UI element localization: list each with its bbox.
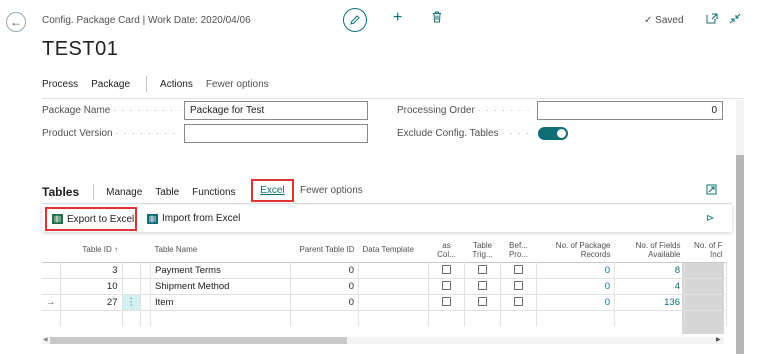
processing-order-field[interactable]: 0 [537, 101, 723, 120]
processing-order-label: Processing Order · · · · · · · · · · [397, 105, 533, 116]
data-template-cell[interactable] [358, 261, 429, 278]
action-separator [146, 76, 148, 92]
tables-fewer-options[interactable]: Fewer options [300, 185, 363, 196]
saved-status: ✓ Saved [644, 15, 684, 26]
checkbox[interactable] [442, 297, 451, 307]
check-icon: ✓ [644, 15, 653, 26]
tables-action-bar: Tables Manage Table Functions [42, 184, 249, 200]
arrow-left-icon: ← [10, 15, 22, 29]
checkbox[interactable] [478, 265, 487, 275]
vertical-scrollbar-thumb[interactable] [736, 155, 744, 354]
product-version-field[interactable] [184, 124, 368, 143]
action-process[interactable]: Process [42, 79, 78, 90]
excel-import-icon [147, 213, 158, 224]
checkbox[interactable] [514, 265, 523, 275]
action-package[interactable]: Package [91, 79, 130, 90]
excel-ribbon [42, 205, 732, 232]
row-indicator-arrow-icon: → [42, 293, 61, 310]
import-from-excel-button[interactable]: Import from Excel [147, 213, 240, 224]
scroll-left-icon[interactable]: ◀ [43, 336, 48, 343]
kebab-icon: ⋮ [126, 296, 137, 308]
tab-table[interactable]: Table [155, 187, 179, 198]
tables-part-title: Tables [42, 185, 80, 199]
col-as-col[interactable]: as Col... [429, 238, 465, 262]
exclude-config-tables-toggle[interactable] [538, 127, 568, 140]
col-no-fields-available[interactable]: No. of Fields Available [615, 238, 685, 262]
expand-part-button[interactable] [706, 184, 717, 198]
action-bar-divider [42, 98, 744, 99]
parent-table-id-cell[interactable]: 0 [290, 261, 359, 278]
col-before-pro[interactable]: Bef... Pro... [501, 238, 537, 262]
tables-grid: Table ID ↑ Table Name Parent Table ID Da… [42, 238, 727, 326]
action-bar: Process Package Actions Fewer options [42, 76, 282, 92]
tables-separator [93, 184, 95, 200]
table-row-new[interactable] [42, 309, 727, 326]
data-template-cell[interactable] [358, 293, 429, 310]
checkbox[interactable] [478, 281, 487, 291]
back-button[interactable]: ← [6, 12, 26, 32]
product-version-label: Product Version · · · · · · · · · · [42, 128, 180, 139]
package-records-cell[interactable]: 0 [536, 293, 615, 310]
tab-manage[interactable]: Manage [106, 187, 142, 198]
open-new-window-button[interactable] [706, 13, 718, 27]
parent-table-id-cell[interactable]: 0 [290, 277, 359, 294]
row-menu-button[interactable]: ⋮ [122, 293, 141, 310]
collapse-button[interactable] [729, 13, 741, 27]
tab-excel[interactable]: Excel [251, 179, 294, 202]
new-button[interactable]: + [393, 10, 402, 26]
table-name-cell[interactable]: Payment Terms [150, 261, 291, 278]
col-parent-table-id[interactable]: Parent Table ID [291, 238, 359, 262]
page-title: TEST01 [42, 38, 119, 60]
trash-icon [433, 11, 441, 23]
table-row[interactable]: 3 Payment Terms 0 0 8 [42, 261, 727, 278]
delete-button[interactable] [432, 11, 442, 26]
breadcrumb: Config. Package Card | Work Date: 2020/0… [42, 15, 251, 26]
scroll-right-icon[interactable]: ▶ [716, 336, 721, 343]
parent-table-id-cell[interactable]: 0 [290, 293, 359, 310]
table-name-cell[interactable]: Item [150, 293, 291, 310]
package-name-field[interactable]: Package for Test [184, 101, 368, 120]
checkbox[interactable] [514, 281, 523, 291]
fields-available-cell[interactable]: 4 [614, 277, 685, 294]
grid-header-row: Table ID ↑ Table Name Parent Table ID Da… [42, 238, 727, 262]
checkbox[interactable] [514, 297, 523, 307]
popout-icon [706, 13, 718, 24]
table-row-selected[interactable]: → 27 ⋮ Item 0 0 136 [42, 293, 727, 310]
fields-available-cell[interactable]: 8 [614, 261, 685, 278]
horizontal-scrollbar-thumb[interactable] [50, 337, 347, 344]
table-id-cell[interactable]: 10 [60, 277, 123, 294]
action-actions[interactable]: Actions [160, 79, 193, 90]
table-name-cell[interactable]: Shipment Method [150, 277, 291, 294]
col-no-package-records[interactable]: No. of Package Records [537, 238, 615, 262]
package-records-cell[interactable]: 0 [536, 261, 615, 278]
checkbox[interactable] [442, 281, 451, 291]
data-template-cell[interactable] [358, 277, 429, 294]
table-row[interactable]: 10 Shipment Method 0 0 4 [42, 277, 727, 294]
tab-functions[interactable]: Functions [192, 187, 235, 198]
package-records-cell[interactable]: 0 [536, 277, 615, 294]
saved-label: Saved [655, 15, 684, 26]
col-data-template[interactable]: Data Template [359, 238, 429, 262]
checkbox[interactable] [478, 297, 487, 307]
edit-button[interactable] [343, 8, 367, 32]
col-no-fields-included[interactable]: No. of F Incl [685, 238, 727, 262]
pin-icon[interactable]: ⊳ [706, 213, 714, 224]
col-table-name[interactable]: Table Name [151, 238, 291, 262]
export-to-excel-button[interactable]: Export to Excel [45, 207, 137, 231]
pencil-icon [350, 15, 360, 25]
fields-available-cell[interactable]: 136 [614, 293, 685, 310]
excel-export-icon [52, 214, 63, 224]
package-name-label: Package Name · · · · · · · · · · [42, 105, 180, 116]
expand-icon [706, 184, 717, 195]
table-id-cell[interactable]: 3 [60, 261, 123, 278]
collapse-icon [729, 13, 741, 24]
tables-bar-divider [42, 203, 732, 204]
plus-icon: + [393, 9, 403, 26]
col-table-id[interactable]: Table ID ↑ [60, 238, 122, 262]
checkbox[interactable] [442, 265, 451, 275]
exclude-config-tables-label: Exclude Config. Tables · · · · · · · [397, 128, 533, 139]
col-table-trig[interactable]: Table Trig... [465, 238, 501, 262]
action-fewer-options[interactable]: Fewer options [206, 79, 269, 90]
table-id-cell[interactable]: 27 [60, 293, 123, 310]
